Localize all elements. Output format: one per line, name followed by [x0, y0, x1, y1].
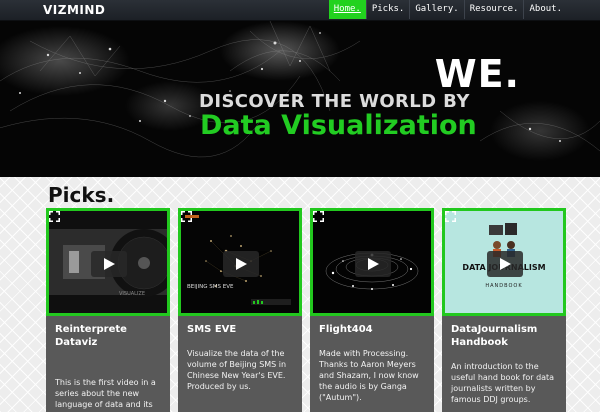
video-thumbnail[interactable]: VISUALIZE [46, 208, 170, 316]
play-icon[interactable] [487, 251, 523, 277]
nav-item-home[interactable]: Home. [328, 0, 366, 19]
card-description: This is the first video in a series abou… [55, 378, 156, 412]
card-title[interactable]: Reinterprete Dataviz [55, 323, 165, 349]
video-thumbnail[interactable]: DATA JOURNALISM HANDBOOK [442, 208, 566, 316]
thumb-caption: BEIJING SMS EVE [187, 284, 234, 290]
play-icon[interactable] [223, 251, 259, 277]
nav-item-picks[interactable]: Picks. [365, 0, 410, 19]
video-thumbnail[interactable]: BEIJING SMS EVE [178, 208, 302, 316]
fullscreen-icon[interactable] [445, 211, 456, 222]
fullscreen-icon[interactable] [313, 211, 324, 222]
card-title[interactable]: SMS EVE [187, 323, 297, 336]
picks-section: Picks. VISUALIZE Reinterprete Dataviz Th… [0, 177, 600, 412]
card-description: Visualize the data of the volume of Beij… [187, 349, 287, 391]
nav-item-gallery[interactable]: Gallery. [409, 0, 463, 19]
hero-headline: WE. [434, 52, 520, 96]
thumb-caption: VISUALIZE [119, 291, 145, 297]
hero-highlight: Data Visualization [200, 110, 477, 141]
pick-card-sms-eve: BEIJING SMS EVE SMS EVE Visualize the da… [178, 208, 302, 412]
fullscreen-icon[interactable] [49, 211, 60, 222]
card-description: An introduction to the useful hand book … [451, 362, 555, 404]
site-logo[interactable]: VIZMIND [43, 3, 105, 17]
main-nav: Home. Picks. Gallery. Resource. About. [328, 0, 567, 19]
thumb-subcaption: HANDBOOK [485, 283, 523, 289]
fullscreen-icon[interactable] [181, 211, 192, 222]
pick-card-flight404: Flight404 Made with Processing. Thanks t… [310, 208, 434, 412]
video-thumbnail[interactable] [310, 208, 434, 316]
play-icon[interactable] [91, 251, 127, 277]
card-description: Made with Processing. Thanks to Aaron Me… [319, 349, 419, 402]
card-title[interactable]: DataJournalism Handbook [451, 323, 561, 349]
card-title[interactable]: Flight404 [319, 323, 429, 336]
hero-banner: WE. DISCOVER THE WORLD BY Data Visualiza… [0, 21, 600, 177]
nav-item-about[interactable]: About. [523, 0, 567, 19]
nav-item-resource[interactable]: Resource. [463, 0, 524, 19]
pick-card-reinterprete-dataviz: VISUALIZE Reinterprete Dataviz This is t… [46, 208, 170, 412]
top-nav-bar: VIZMIND Home. Picks. Gallery. Resource. … [0, 0, 600, 21]
hero-subline: DISCOVER THE WORLD BY [199, 91, 470, 112]
pick-card-datajournalism-handbook: DATA JOURNALISM HANDBOOK DataJournalism … [442, 208, 566, 412]
play-icon[interactable] [355, 251, 391, 277]
section-title: Picks. [48, 183, 115, 207]
